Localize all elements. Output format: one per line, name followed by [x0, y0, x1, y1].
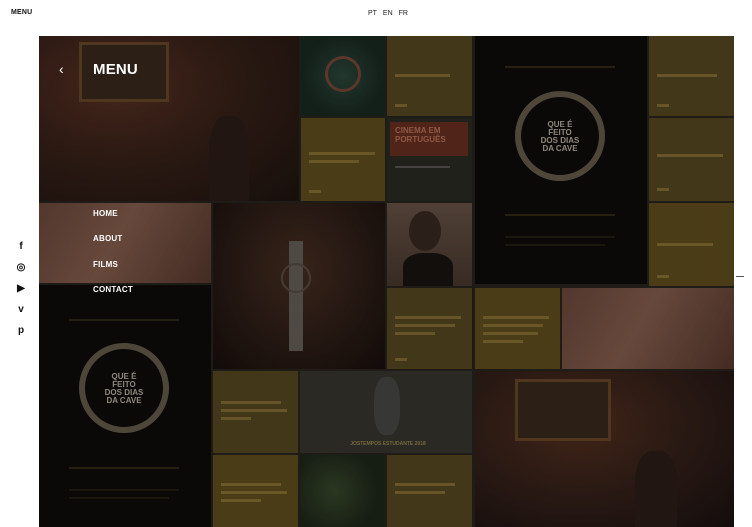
- menu-item-contact[interactable]: CONTACT: [93, 285, 133, 310]
- language-switcher: PT EN FR: [368, 10, 412, 17]
- social-links: f ◎ ▶ v p: [14, 240, 30, 345]
- instagram-icon[interactable]: ◎: [14, 261, 28, 275]
- pinterest-icon[interactable]: p: [14, 324, 28, 338]
- menu-overlay: [39, 36, 734, 527]
- top-bar: MENU PT EN FR: [0, 0, 752, 30]
- vimeo-icon[interactable]: v: [14, 303, 28, 317]
- lang-en[interactable]: EN: [383, 10, 393, 17]
- scroll-indicator[interactable]: [736, 276, 744, 277]
- menu-item-films[interactable]: FILMS: [93, 260, 133, 285]
- menu-toggle[interactable]: MENU: [11, 9, 32, 16]
- facebook-icon[interactable]: f: [14, 240, 28, 254]
- menu-item-home[interactable]: HOME: [93, 209, 133, 234]
- chevron-left-icon[interactable]: ‹: [59, 62, 69, 76]
- lang-fr[interactable]: FR: [399, 10, 408, 17]
- lang-pt[interactable]: PT: [368, 10, 377, 17]
- youtube-icon[interactable]: ▶: [14, 282, 28, 296]
- films-grid: QUE É FEITO DOS DIAS DA CAVE CINEMA EM P…: [39, 36, 734, 527]
- menu-item-about[interactable]: ABOUT: [93, 234, 133, 259]
- menu-title: MENU: [93, 61, 138, 78]
- main-menu: HOME ABOUT FILMS CONTACT: [93, 209, 133, 310]
